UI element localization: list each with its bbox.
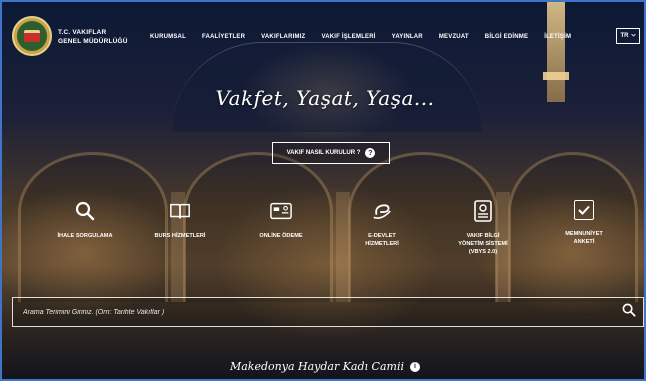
- service-memnuniyet-anketi[interactable]: MEMNUNİYET ANKETİ: [539, 200, 629, 246]
- brand-line-1: T.C. VAKIFLAR: [58, 29, 107, 36]
- service-e-devlet[interactable]: E-DEVLET HİZMETLERİ: [337, 200, 427, 248]
- vgm-logo[interactable]: [12, 16, 52, 56]
- credit-card-icon: [270, 200, 292, 222]
- nav-item-vakif-islemleri[interactable]: VAKIF İŞLEMLERİ: [321, 34, 375, 40]
- nav-item-kurumsal[interactable]: KURUMSAL: [150, 34, 186, 40]
- site-header: T.C. VAKIFLAR GENEL MÜDÜRLÜĞÜ KURUMSAL F…: [2, 2, 644, 72]
- service-label: BURS HİZMETLERİ: [154, 233, 206, 239]
- service-burs-hizmetleri[interactable]: BURS HİZMETLERİ: [135, 200, 225, 240]
- question-icon: ?: [365, 148, 376, 158]
- search-icon: [622, 303, 636, 322]
- logo-emblem: [17, 21, 47, 51]
- language-select[interactable]: TR: [616, 28, 640, 44]
- e-devlet-icon: [371, 200, 393, 222]
- service-vbys[interactable]: VAKIF BİLGİ YÖNETİM SİSTEMİ (VBYS 2.0): [438, 200, 528, 256]
- document-icon: [472, 200, 494, 222]
- chevron-down-icon: [630, 33, 636, 39]
- nav-item-iletisim[interactable]: İLETİŞİM: [544, 34, 571, 40]
- caption-text: Makedonya Haydar Kadı Camii: [229, 360, 404, 373]
- search-input[interactable]: [13, 298, 613, 326]
- photo-caption: Makedonya Haydar Kadı Camii i: [2, 360, 644, 373]
- info-icon[interactable]: i: [410, 361, 420, 372]
- service-label: İHALE SORGULAMA: [57, 233, 113, 239]
- search-bar: [12, 297, 644, 327]
- nav-item-bilgi-edinme[interactable]: BİLGİ EDİNME: [485, 34, 528, 40]
- how-to-found-button[interactable]: VAKIF NASIL KURULUR ? ?: [272, 142, 390, 164]
- service-label: VAKIF BİLGİ YÖNETİM SİSTEMİ (VBYS 2.0): [458, 233, 508, 255]
- service-ihale-sorgulama[interactable]: İHALE SORGULAMA: [40, 200, 130, 240]
- search-button[interactable]: [615, 298, 643, 326]
- nav-item-yayinlar[interactable]: YAYINLAR: [392, 34, 423, 40]
- nav-item-vakiflarimiz[interactable]: VAKIFLARIMIZ: [261, 34, 305, 40]
- hero-frame: T.C. VAKIFLAR GENEL MÜDÜRLÜĞÜ KURUMSAL F…: [0, 0, 646, 381]
- main-nav: KURUMSAL FAALİYETLER VAKIFLARIMIZ VAKIF …: [150, 34, 571, 40]
- service-label: MEMNUNİYET ANKETİ: [565, 231, 603, 245]
- brand-line-2: GENEL MÜDÜRLÜĞÜ: [58, 38, 128, 45]
- logo-core: [24, 30, 40, 42]
- how-to-found-label: VAKIF NASIL KURULUR ?: [286, 150, 361, 156]
- search-icon: [74, 200, 96, 222]
- slogan: Vakfet, Yaşat, Yaşa...: [215, 86, 435, 110]
- checkbox-icon: [574, 200, 594, 220]
- language-label: TR: [620, 33, 629, 39]
- book-icon: [169, 200, 191, 222]
- service-label: ONLİNE ÖDEME: [259, 233, 303, 239]
- nav-item-faaliyetler[interactable]: FAALİYETLER: [202, 34, 245, 40]
- brand-title[interactable]: T.C. VAKIFLAR GENEL MÜDÜRLÜĞÜ: [58, 28, 128, 46]
- service-label: E-DEVLET HİZMETLERİ: [365, 233, 399, 247]
- nav-item-mevzuat[interactable]: MEVZUAT: [439, 34, 469, 40]
- service-online-odeme[interactable]: ONLİNE ÖDEME: [236, 200, 326, 240]
